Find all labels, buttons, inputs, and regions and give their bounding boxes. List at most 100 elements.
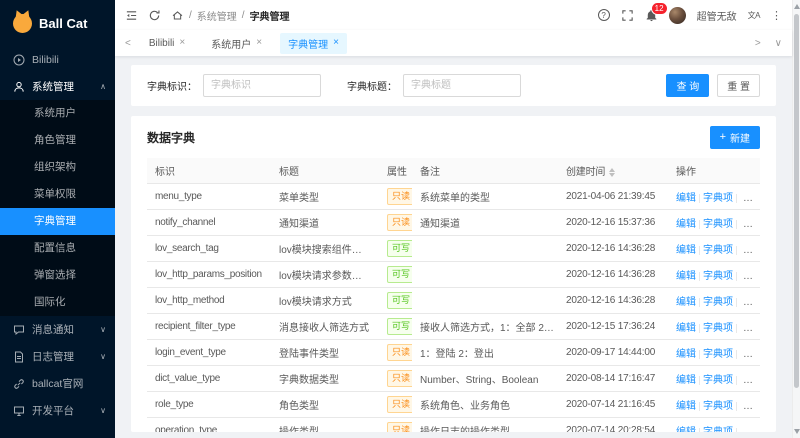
sidebar-item-system-management[interactable]: 系统管理 ∧ [0, 73, 115, 100]
translate-icon[interactable]: 文A [748, 10, 761, 21]
table-row[interactable]: notify_channel 通知渠道 只读 通知渠道 2020-12-16 1… [147, 209, 760, 236]
sidebar-item-message-notify[interactable]: 消息通知 ∨ [0, 316, 115, 343]
table-row[interactable]: lov_http_params_position lov模块请求参数位置 可写 … [147, 261, 760, 288]
page-scrollbar[interactable] [792, 0, 800, 438]
table-row[interactable]: operation_type 操作类型 只读 操作日志的操作类型 2020-07… [147, 417, 760, 432]
query-button[interactable]: 查 询 [666, 74, 710, 97]
more-icon[interactable]: ⋮ [771, 9, 782, 22]
dict-title-input[interactable] [403, 74, 521, 97]
dict-title-cell: 菜单类型 [271, 183, 379, 210]
col-header-code: 标识 [147, 158, 271, 184]
dict-table: 标识 标题 属性 备注 创建时间 操作 menu_type 菜单类型 只读 系统… [147, 158, 760, 432]
dict-items-link[interactable]: 字典项 [703, 427, 733, 432]
col-header-created[interactable]: 创建时间 [562, 158, 672, 184]
table-row[interactable]: menu_type 菜单类型 只读 系统菜单的类型 2021-04-06 21:… [147, 183, 760, 210]
close-icon[interactable]: × [256, 38, 262, 48]
dict-items-link[interactable]: 字典项 [703, 297, 733, 308]
dict-items-link[interactable]: 字典项 [703, 219, 733, 230]
notification-bell[interactable]: 12 [645, 1, 668, 22]
edit-link[interactable]: 编辑 [676, 271, 696, 282]
sidebar-item-dev-platform[interactable]: 开发平台 ∨ [0, 397, 115, 424]
submenu-item[interactable]: 系统用户 [0, 100, 115, 127]
dict-title-label: 字典标题： [347, 82, 397, 93]
dict-items-link[interactable]: 字典项 [703, 193, 733, 204]
dict-items-link[interactable]: 字典项 [703, 401, 733, 412]
user-avatar[interactable] [668, 6, 686, 24]
tab-bilibili[interactable]: Bilibili × [141, 35, 193, 52]
attr-tag: 只读 [387, 188, 412, 205]
reload-icon[interactable] [148, 9, 161, 22]
breadcrumb: / 系统管理 / 字典管理 [171, 8, 290, 23]
close-icon[interactable]: × [333, 38, 339, 48]
dict-items-link[interactable]: 字典项 [703, 323, 733, 334]
tabs-forward-arrow[interactable]: > [755, 38, 761, 49]
menu-fold-icon[interactable] [125, 9, 138, 22]
edit-link[interactable]: 编辑 [676, 219, 696, 230]
table-row[interactable]: lov_search_tag lov模块搜索组件标签 可写 2020-12-16… [147, 235, 760, 262]
dict-items-link[interactable]: 字典项 [703, 271, 733, 282]
tab-system-user[interactable]: 系统用户 × [203, 33, 270, 54]
attr-tag: 只读 [387, 396, 412, 413]
submenu-item[interactable]: 国际化 [0, 289, 115, 316]
scrollbar-thumb[interactable] [794, 14, 799, 388]
close-icon[interactable]: × [179, 38, 185, 48]
edit-link[interactable]: 编辑 [676, 427, 696, 432]
sidebar-item-log-management[interactable]: 日志管理 ∨ [0, 343, 115, 370]
scrollbar-up-arrow[interactable] [794, 4, 800, 9]
edit-link[interactable]: 编辑 [676, 375, 696, 386]
dict-table-card: 数据字典 + 新建 标识 标题 属性 备注 创建时间 操作 menu_type … [131, 116, 776, 432]
row-actions: 编辑字典项删除 [672, 313, 760, 340]
page-content: 字典标识： 字典标题： 查 询 重 置 数据字典 + 新建 [115, 56, 792, 438]
chevron-down-icon: ∨ [100, 352, 106, 361]
tabs-dropdown-icon[interactable]: ∨ [775, 38, 782, 49]
dict-items-link[interactable]: 字典项 [703, 349, 733, 360]
fullscreen-icon[interactable] [621, 9, 634, 22]
edit-link[interactable]: 编辑 [676, 323, 696, 334]
table-row[interactable]: login_event_type 登陆事件类型 只读 1：登陆 2：登出 202… [147, 339, 760, 366]
dict-items-link[interactable]: 字典项 [703, 245, 733, 256]
dict-code-input[interactable] [203, 74, 321, 97]
row-actions: 编辑字典项删除 [672, 235, 760, 262]
app-logo[interactable]: Ball Cat [0, 0, 115, 46]
dict-items-link[interactable]: 字典项 [703, 375, 733, 386]
submenu-item[interactable]: 字典管理 [0, 208, 115, 235]
attr-cell: 只读 [379, 417, 412, 432]
attr-cell: 只读 [379, 339, 412, 366]
scrollbar-down-arrow[interactable] [794, 429, 800, 434]
reset-button[interactable]: 重 置 [717, 74, 760, 97]
edit-link[interactable]: 编辑 [676, 401, 696, 412]
edit-link[interactable]: 编辑 [676, 245, 696, 256]
row-actions: 编辑字典项删除 [672, 365, 760, 392]
action-divider [699, 297, 700, 307]
remark-cell: 通知渠道 [412, 209, 562, 236]
sidebar-item-ballcat-website[interactable]: ballcat官网 [0, 370, 115, 397]
submenu-item[interactable]: 弹窗选择 [0, 262, 115, 289]
sidebar-item-bilibili[interactable]: Bilibili [0, 46, 115, 73]
table-row[interactable]: dict_value_type 字典数据类型 只读 Number、String、… [147, 365, 760, 392]
new-button[interactable]: + 新建 [709, 126, 760, 149]
home-icon[interactable] [171, 9, 184, 22]
submenu-item[interactable]: 配置信息 [0, 235, 115, 262]
dict-code-cell: lov_http_params_position [147, 261, 271, 288]
breadcrumb-item[interactable]: 系统管理 [197, 8, 237, 23]
remark-cell [412, 235, 562, 262]
table-row[interactable]: lov_http_method lov模块请求方式 可写 2020-12-16 … [147, 287, 760, 314]
attr-tag: 只读 [387, 214, 412, 231]
username[interactable]: 超管无敌 [697, 8, 737, 23]
desktop-icon [13, 405, 25, 417]
edit-link[interactable]: 编辑 [676, 297, 696, 308]
dict-title-cell: 字典数据类型 [271, 365, 379, 392]
tab-dict-management[interactable]: 字典管理 × [280, 32, 347, 54]
table-row[interactable]: recipient_filter_type 消息接收人筛选方式 可写 接收人筛选… [147, 313, 760, 340]
table-row[interactable]: role_type 角色类型 只读 系统角色、业务角色 2020-07-14 2… [147, 391, 760, 418]
dict-title-cell: 操作类型 [271, 417, 379, 432]
submenu-item[interactable]: 菜单权限 [0, 181, 115, 208]
action-divider [699, 193, 700, 203]
edit-link[interactable]: 编辑 [676, 193, 696, 204]
question-circle-icon[interactable]: ? [597, 9, 610, 21]
tabs-back-arrow[interactable]: < [125, 38, 131, 49]
submenu-item[interactable]: 角色管理 [0, 127, 115, 154]
submenu-item[interactable]: 组织架构 [0, 154, 115, 181]
edit-link[interactable]: 编辑 [676, 349, 696, 360]
sort-caret-icons[interactable] [609, 167, 616, 177]
